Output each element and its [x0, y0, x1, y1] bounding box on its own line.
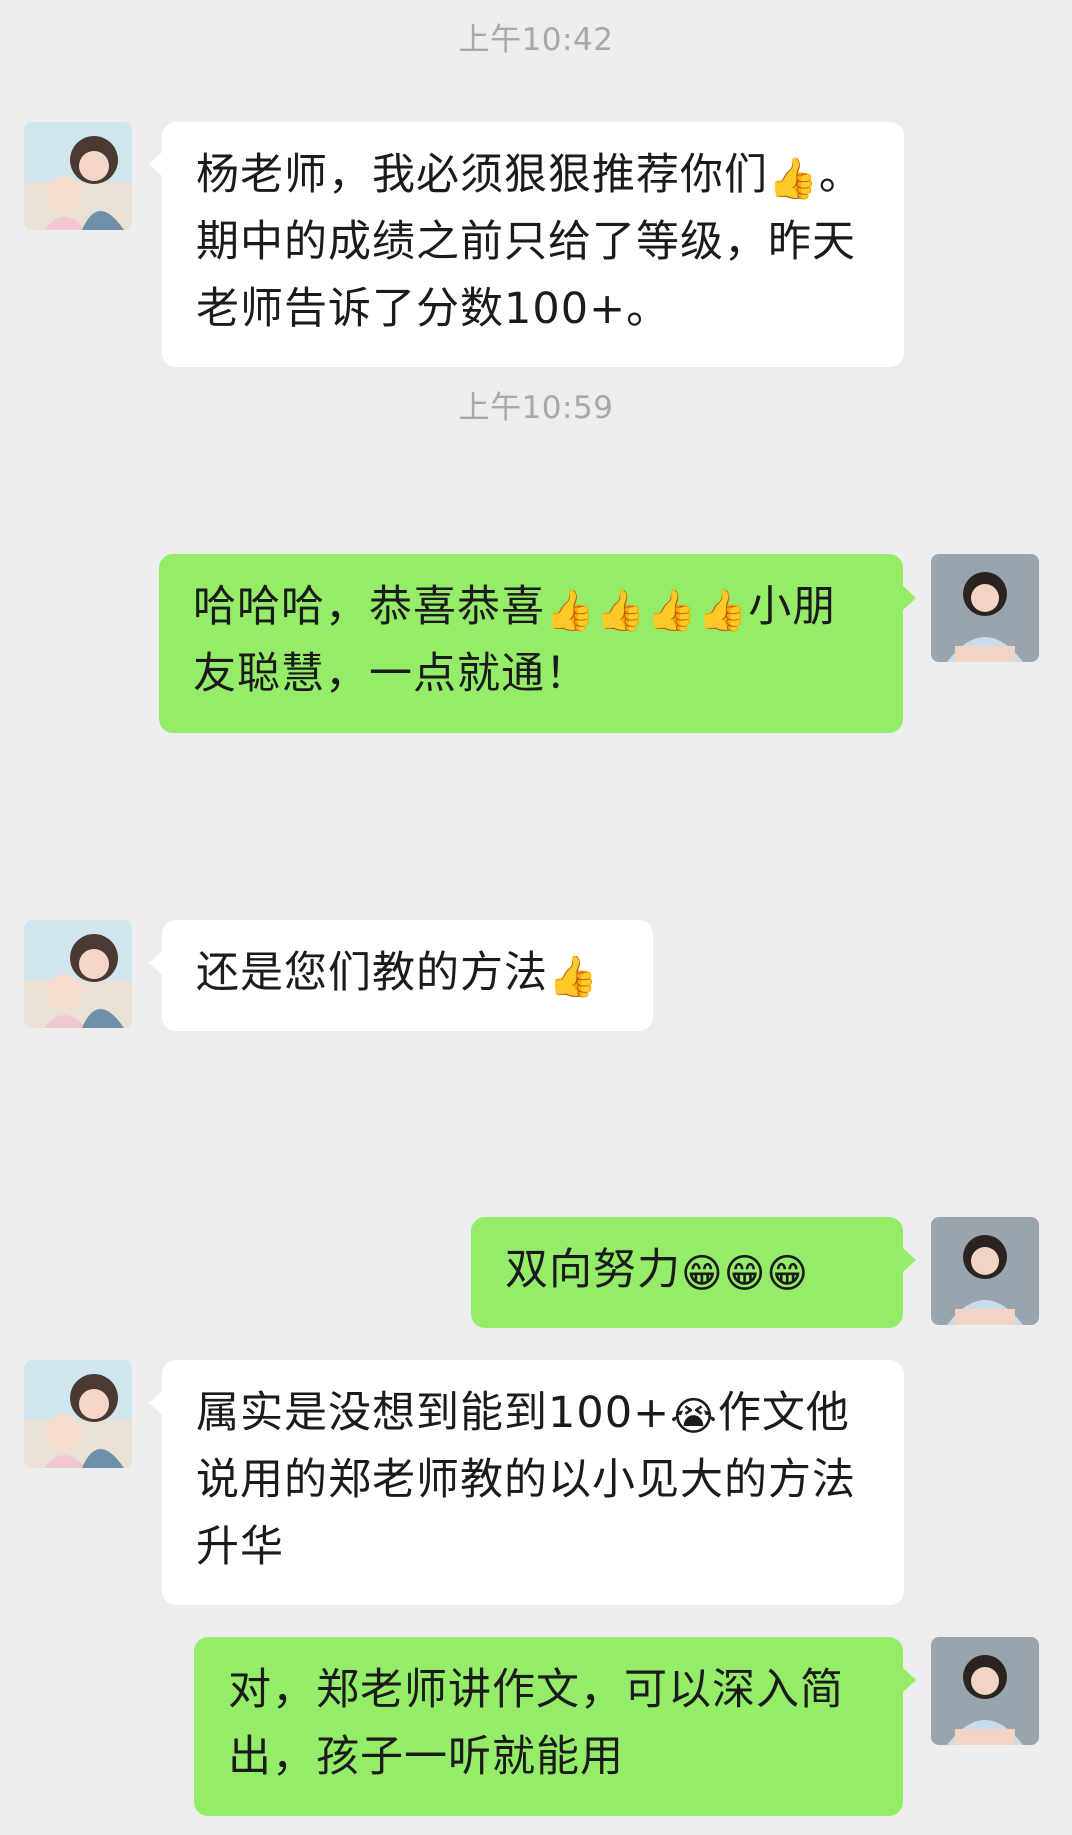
bubble-tail [903, 1248, 916, 1272]
crying-emoji: 😭 [670, 1394, 718, 1440]
parent-avatar-icon[interactable] [24, 920, 132, 1028]
message-text: 对，郑老师讲作文，可以深入简出，孩子一听就能用 [228, 1665, 844, 1782]
thumbs-up-emoji: 👍 [595, 588, 647, 634]
message-text: 杨老师，我必须狠狠推荐你们 [196, 150, 768, 200]
message-text: 属实是没想到能到100+ [196, 1388, 671, 1438]
thumbs-up-emoji: 👍 [545, 588, 596, 634]
thumbs-up-emoji: 👍 [697, 588, 749, 634]
teacher-avatar-icon[interactable] [931, 1217, 1039, 1325]
bubble-tail [903, 586, 916, 610]
chat-bubble-outgoing[interactable]: 对，郑老师讲作文，可以深入简出，孩子一听就能用 [194, 1637, 903, 1816]
message-text: 双向努力 [505, 1245, 681, 1295]
timestamp: 上午10:59 [458, 390, 614, 426]
parent-avatar-icon[interactable] [24, 122, 132, 230]
grin-emoji: 😁 [766, 1251, 810, 1297]
bubble-tail [903, 1668, 916, 1692]
bubble-tail [149, 951, 162, 975]
grin-emoji: 😁 [723, 1251, 767, 1297]
bubble-tail [149, 1391, 162, 1415]
teacher-avatar-icon[interactable] [931, 554, 1039, 662]
message-text: 还是您们教的方法 [196, 948, 548, 998]
timestamp: 上午10:42 [458, 22, 614, 58]
bubble-tail [149, 152, 162, 176]
thumbs-up-emoji: 👍 [768, 156, 819, 202]
teacher-avatar-icon[interactable] [931, 1637, 1039, 1745]
chat-bubble-outgoing[interactable]: 哈哈哈，恭喜恭喜👍👍👍👍小朋友聪慧，一点就通！ [159, 554, 903, 733]
thumbs-up-emoji: 👍 [548, 954, 599, 1000]
chat-bubble-incoming[interactable]: 属实是没想到能到100+😭作文他说用的郑老师教的以小见大的方法升华 [162, 1360, 904, 1605]
grin-emoji: 😁 [681, 1251, 724, 1297]
message-text: 哈哈哈，恭喜恭喜 [193, 582, 545, 632]
chat-bubble-incoming[interactable]: 杨老师，我必须狠狠推荐你们👍。期中的成绩之前只给了等级，昨天老师告诉了分数100… [162, 122, 904, 367]
chat-bubble-incoming[interactable]: 还是您们教的方法👍 [162, 920, 653, 1031]
chat-bubble-outgoing[interactable]: 双向努力😁😁😁 [471, 1217, 903, 1328]
parent-avatar-icon[interactable] [24, 1360, 132, 1468]
thumbs-up-emoji: 👍 [646, 588, 698, 634]
